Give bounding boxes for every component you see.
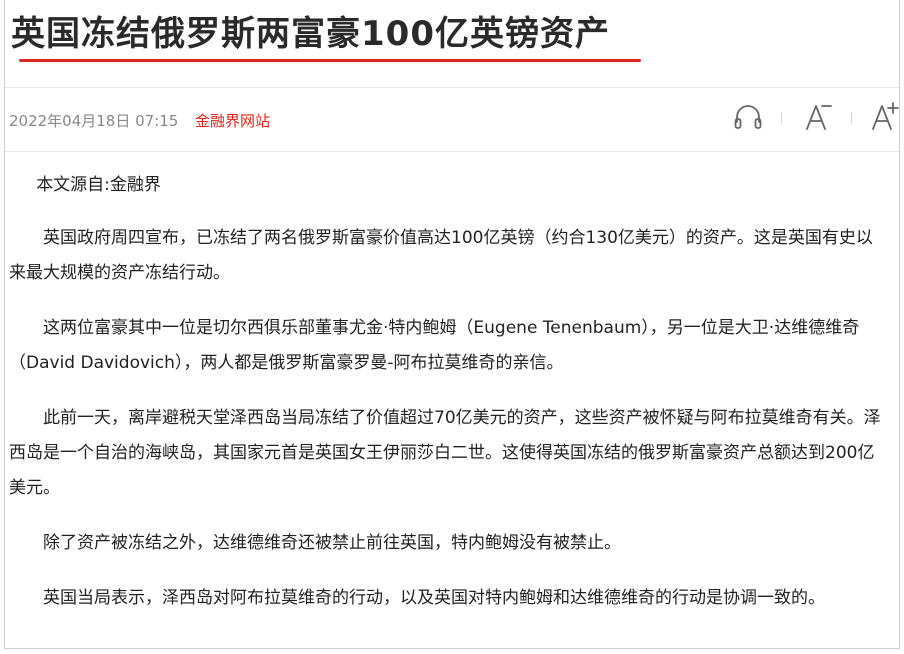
article-body: 本文源自:金融界 英国政府周四宣布，已冻结了两名俄罗斯富豪价值高达100亿英镑（… <box>9 168 889 636</box>
divider <box>5 87 899 88</box>
source-link[interactable]: 金融界网站 <box>195 110 270 131</box>
toolbar-separator <box>851 112 852 124</box>
publish-date: 2022年04月18日 07:15 <box>9 112 179 130</box>
article-frame: 英国冻结俄罗斯两富豪100亿英镑资产 2022年04月18日 07:15 金融界… <box>4 0 900 649</box>
article-paragraph: 英国政府周四宣布，已冻结了两名俄罗斯富豪价值高达100亿英镑（约合130亿美元）… <box>9 228 873 283</box>
article-paragraph: 英国当局表示，泽西岛对阿布拉莫维奇的行动，以及英国对特内鲍姆和达维德维奇的行动是… <box>43 588 825 608</box>
headphones-icon <box>731 100 765 134</box>
listen-button[interactable] <box>731 100 765 134</box>
font-increase-button[interactable] <box>869 100 899 134</box>
title-underline <box>19 59 641 62</box>
article-paragraph: 这两位富豪其中一位是切尔西俱乐部董事尤金·特内鲍姆（Eugene Tenenba… <box>9 318 860 373</box>
font-decrease-icon <box>801 100 835 134</box>
article-paragraph: 除了资产被冻结之外，达维德维奇还被禁止前往英国，特内鲍姆没有被禁止。 <box>43 533 621 553</box>
article-title: 英国冻结俄罗斯两富豪100亿英镑资产 <box>11 14 610 54</box>
divider <box>5 151 899 152</box>
source-line: 本文源自:金融界 <box>36 175 161 195</box>
font-decrease-button[interactable] <box>801 100 835 134</box>
font-increase-icon <box>869 100 899 134</box>
toolbar-separator <box>781 112 782 124</box>
article-paragraph: 此前一天，离岸避税天堂泽西岛当局冻结了价值超过70亿美元的资产，这些资产被怀疑与… <box>9 408 881 498</box>
